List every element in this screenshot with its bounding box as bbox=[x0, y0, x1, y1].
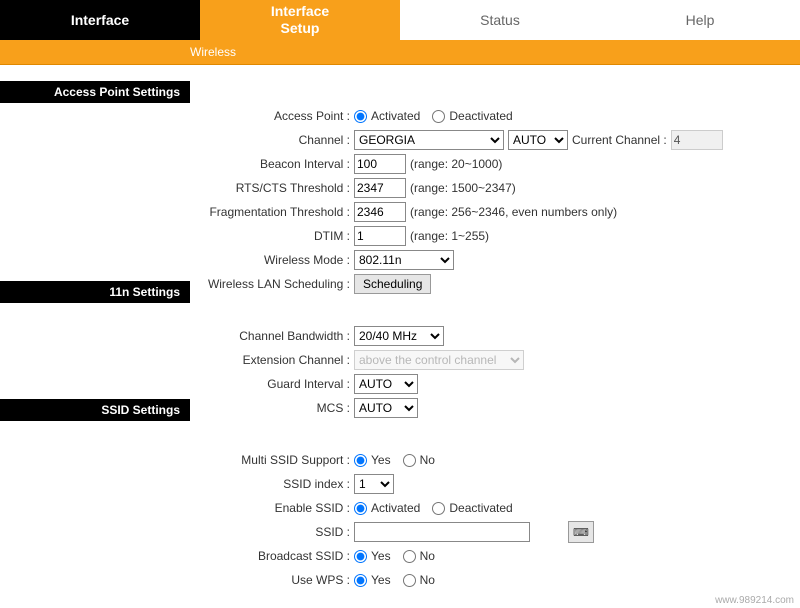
frag-label: Fragmentation Threshold : bbox=[200, 205, 354, 219]
channel-auto-select[interactable]: AUTO bbox=[508, 130, 568, 150]
beacon-label: Beacon Interval : bbox=[200, 157, 354, 171]
current-channel-value bbox=[671, 130, 723, 150]
scheduling-button[interactable]: Scheduling bbox=[354, 274, 431, 294]
channel-label: Channel : bbox=[200, 133, 354, 147]
bandwidth-label: Channel Bandwidth : bbox=[200, 329, 354, 343]
top-nav: Interface InterfaceSetup Status Help bbox=[0, 0, 800, 40]
access-point-deactivated[interactable]: Deactivated bbox=[432, 109, 512, 123]
keyboard-icon[interactable]: ⌨ bbox=[568, 521, 594, 543]
wps-no[interactable]: No bbox=[403, 573, 435, 587]
sidebar: Access Point Settings 11n Settings SSID … bbox=[0, 65, 190, 593]
broadcast-no[interactable]: No bbox=[403, 549, 435, 563]
enable-ssid-activated[interactable]: Activated bbox=[354, 501, 420, 515]
ssid-index-select[interactable]: 1 bbox=[354, 474, 394, 494]
wireless-mode-select[interactable]: 802.11n bbox=[354, 250, 454, 270]
main-panel: Access Point : Activated Deactivated Cha… bbox=[190, 65, 800, 593]
multi-ssid-yes[interactable]: Yes bbox=[354, 453, 391, 467]
subnav-wireless[interactable]: Wireless bbox=[190, 45, 236, 59]
ext-channel-label: Extension Channel : bbox=[200, 353, 354, 367]
multi-ssid-label: Multi SSID Support : bbox=[200, 453, 354, 467]
sub-nav: Wireless bbox=[0, 40, 800, 65]
tab-help[interactable]: Help bbox=[600, 0, 800, 40]
mcs-select[interactable]: AUTO bbox=[354, 398, 418, 418]
ssid-label: SSID : bbox=[200, 525, 354, 539]
tab-status[interactable]: Status bbox=[400, 0, 600, 40]
current-channel-label: Current Channel : bbox=[572, 133, 667, 147]
guard-label: Guard Interval : bbox=[200, 377, 354, 391]
beacon-input[interactable] bbox=[354, 154, 406, 174]
dtim-input[interactable] bbox=[354, 226, 406, 246]
host-watermark: www.989214.com bbox=[0, 593, 800, 608]
frag-range: (range: 256~2346, even numbers only) bbox=[410, 205, 617, 219]
broadcast-yes[interactable]: Yes bbox=[354, 549, 391, 563]
access-point-activated[interactable]: Activated bbox=[354, 109, 420, 123]
ssid-input[interactable] bbox=[354, 522, 530, 542]
broadcast-ssid-label: Broadcast SSID : bbox=[200, 549, 354, 563]
guard-select[interactable]: AUTO bbox=[354, 374, 418, 394]
channel-country-select[interactable]: GEORGIA bbox=[354, 130, 504, 150]
enable-ssid-label: Enable SSID : bbox=[200, 501, 354, 515]
ssid-index-label: SSID index : bbox=[200, 477, 354, 491]
wps-label: Use WPS : bbox=[200, 573, 354, 587]
frag-input[interactable] bbox=[354, 202, 406, 222]
tab-interface-setup[interactable]: InterfaceSetup bbox=[200, 0, 400, 40]
wireless-mode-label: Wireless Mode : bbox=[200, 253, 354, 267]
mcs-label: MCS : bbox=[200, 401, 354, 415]
beacon-range: (range: 20~1000) bbox=[410, 157, 502, 171]
section-ap-settings: Access Point Settings bbox=[0, 81, 190, 103]
wps-yes[interactable]: Yes bbox=[354, 573, 391, 587]
bandwidth-select[interactable]: 20/40 MHz bbox=[354, 326, 444, 346]
rts-range: (range: 1500~2347) bbox=[410, 181, 516, 195]
rts-label: RTS/CTS Threshold : bbox=[200, 181, 354, 195]
section-11n-settings: 11n Settings bbox=[0, 281, 190, 303]
dtim-range: (range: 1~255) bbox=[410, 229, 489, 243]
enable-ssid-deactivated[interactable]: Deactivated bbox=[432, 501, 512, 515]
dtim-label: DTIM : bbox=[200, 229, 354, 243]
access-point-label: Access Point : bbox=[200, 109, 354, 123]
rts-input[interactable] bbox=[354, 178, 406, 198]
section-ssid-settings: SSID Settings bbox=[0, 399, 190, 421]
ext-channel-select: above the control channel bbox=[354, 350, 524, 370]
multi-ssid-no[interactable]: No bbox=[403, 453, 435, 467]
scheduling-label: Wireless LAN Scheduling : bbox=[200, 277, 354, 291]
tab-interface[interactable]: Interface bbox=[0, 0, 200, 40]
